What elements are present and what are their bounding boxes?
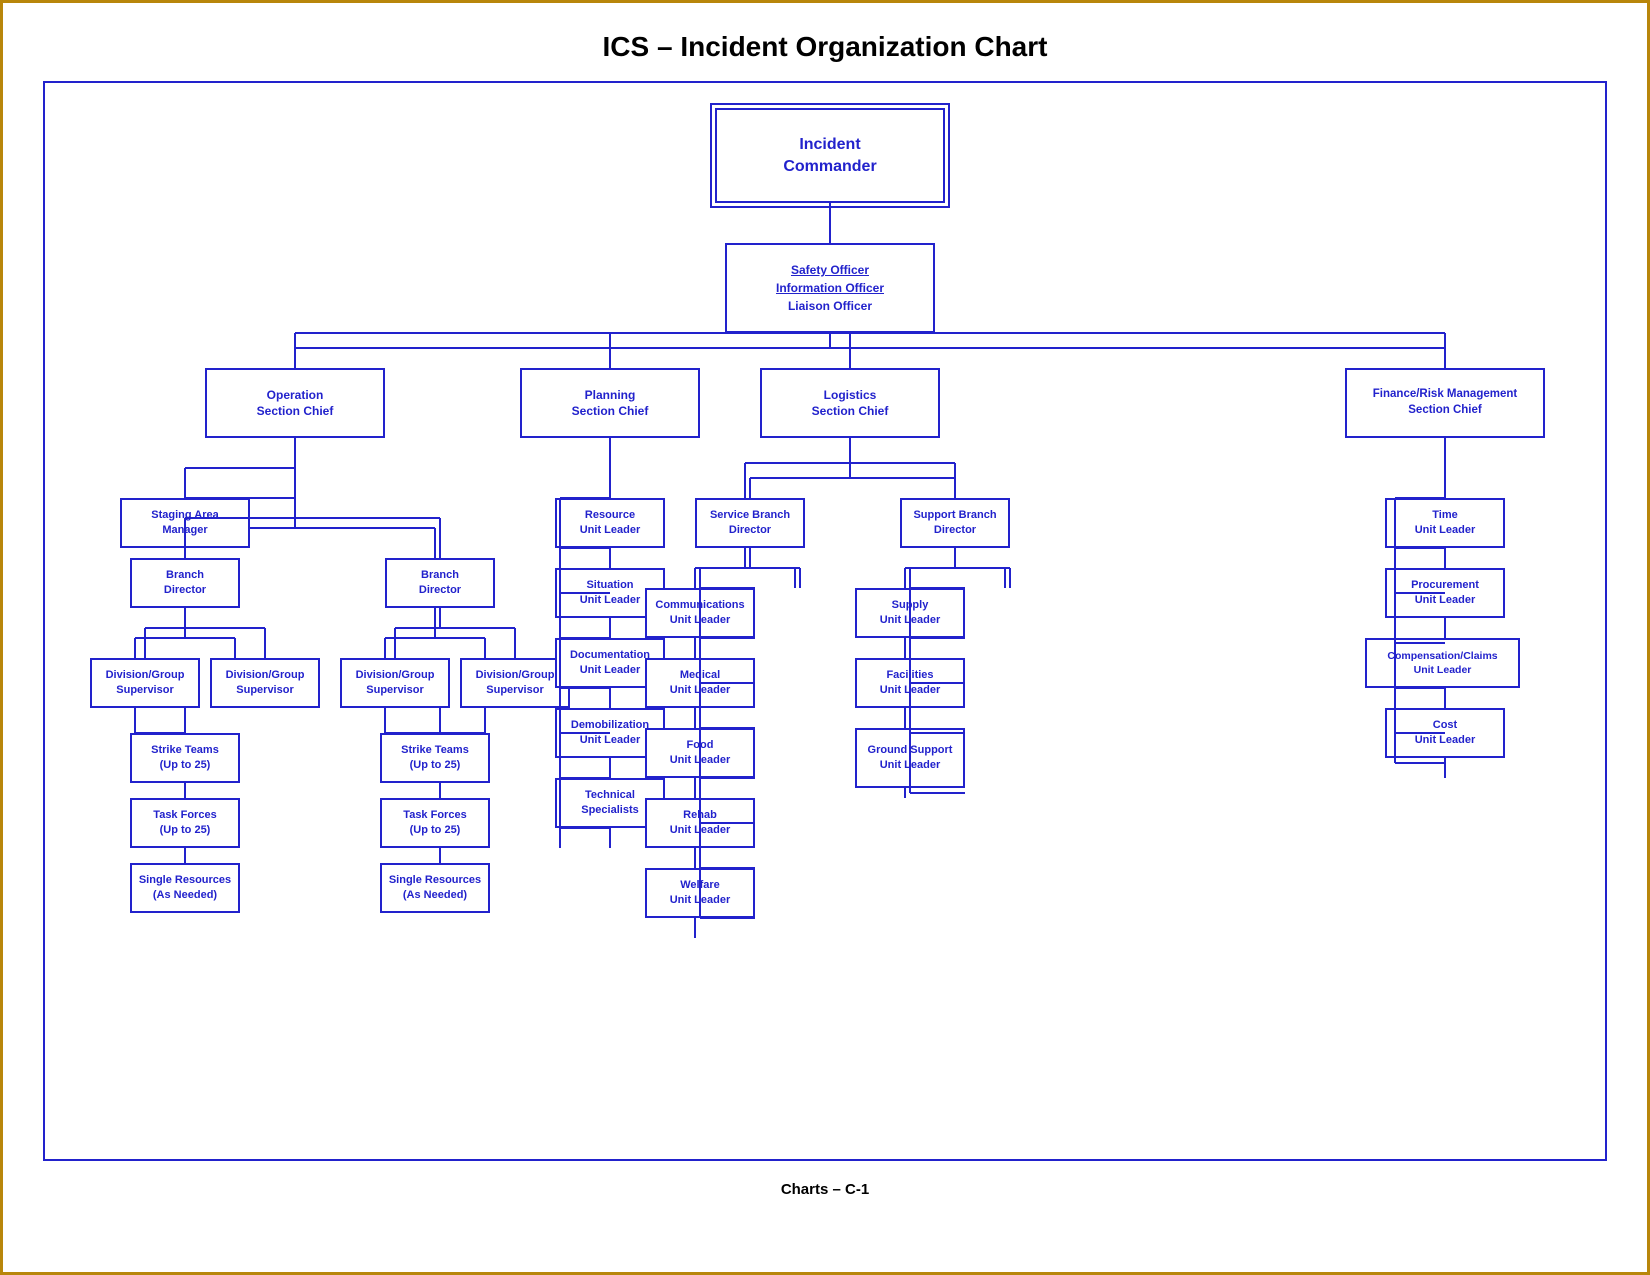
task-forces-1-box: Task Forces (Up to 25) [130, 798, 240, 848]
cost-unit-leader-box: Cost Unit Leader [1385, 708, 1505, 758]
medical-unit-leader-box: Medical Unit Leader [645, 658, 755, 708]
incident-commander-box: Incident Commander [715, 108, 945, 203]
single-resources-1-box: Single Resources (As Needed) [130, 863, 240, 913]
safety-officer: Safety Officer [776, 261, 884, 279]
procurement-unit-leader-box: Procurement Unit Leader [1385, 568, 1505, 618]
task-forces-2-box: Task Forces (Up to 25) [380, 798, 490, 848]
welfare-unit-leader-box: Welfare Unit Leader [645, 868, 755, 918]
resource-unit-leader-box: Resource Unit Leader [555, 498, 665, 548]
facilities-unit-leader-box: Facilities Unit Leader [855, 658, 965, 708]
div-group-sup-2a-box: Division/Group Supervisor [340, 658, 450, 708]
information-officer: Information Officer [776, 279, 884, 297]
finance-section-chief-box: Finance/Risk Management Section Chief [1345, 368, 1545, 438]
support-branch-director-box: Support Branch Director [900, 498, 1010, 548]
food-unit-leader-box: Food Unit Leader [645, 728, 755, 778]
staff-officers-box: Safety Officer Information Officer Liais… [725, 243, 935, 333]
operation-section-chief-box: Operation Section Chief [205, 368, 385, 438]
ground-support-unit-leader-box: Ground Support Unit Leader [855, 728, 965, 788]
single-resources-2-box: Single Resources (As Needed) [380, 863, 490, 913]
div-group-sup-2b-box: Division/Group Supervisor [460, 658, 570, 708]
page: ICS – Incident Organization Chart [0, 0, 1650, 1275]
branch-director-1-box: Branch Director [130, 558, 240, 608]
chart-container: Incident Commander Safety Officer Inform… [55, 98, 1605, 1118]
footer-text: Charts – C-1 [13, 1169, 1637, 1204]
strike-teams-2-box: Strike Teams (Up to 25) [380, 733, 490, 783]
div-group-sup-1a-box: Division/Group Supervisor [90, 658, 200, 708]
compensation-claims-unit-leader-box: Compensation/Claims Unit Leader [1365, 638, 1520, 688]
staging-area-manager-box: Staging Area Manager [120, 498, 250, 548]
div-group-sup-1b-box: Division/Group Supervisor [210, 658, 320, 708]
rehab-unit-leader-box: Rehab Unit Leader [645, 798, 755, 848]
logistics-section-chief-box: Logistics Section Chief [760, 368, 940, 438]
planning-section-chief-box: Planning Section Chief [520, 368, 700, 438]
supply-unit-leader-box: Supply Unit Leader [855, 588, 965, 638]
liaison-officer: Liaison Officer [776, 297, 884, 315]
branch-director-2-box: Branch Director [385, 558, 495, 608]
time-unit-leader-box: Time Unit Leader [1385, 498, 1505, 548]
service-branch-director-box: Service Branch Director [695, 498, 805, 548]
page-title: ICS – Incident Organization Chart [13, 13, 1637, 73]
chart-border: Incident Commander Safety Officer Inform… [43, 81, 1607, 1161]
communications-unit-leader-box: Communications Unit Leader [645, 588, 755, 638]
strike-teams-1-box: Strike Teams (Up to 25) [130, 733, 240, 783]
